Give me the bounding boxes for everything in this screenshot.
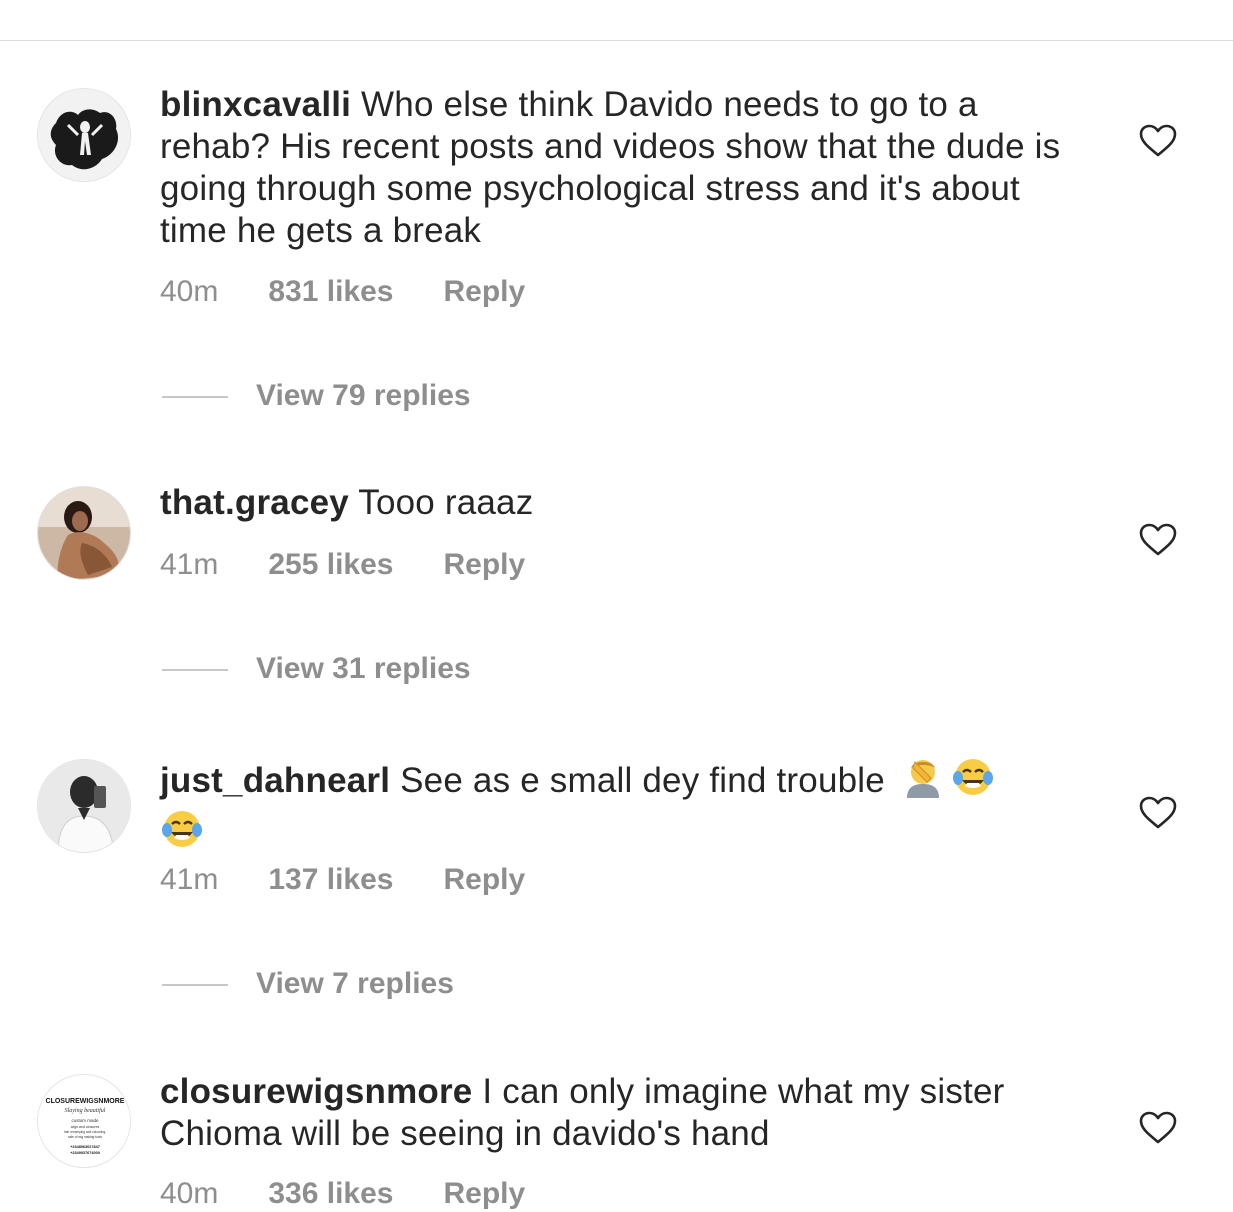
like-heart-icon[interactable] — [1139, 523, 1177, 557]
top-divider — [0, 40, 1233, 41]
comment-time: 41m — [160, 548, 219, 581]
like-heart-icon[interactable] — [1139, 124, 1177, 158]
view-replies-label[interactable]: View 79 replies — [256, 378, 471, 414]
comment-meta: 40m 831 likes Reply — [160, 274, 525, 310]
like-heart-icon[interactable] — [1139, 796, 1177, 830]
svg-text:+2348063027847: +2348063027847 — [70, 1145, 100, 1149]
man-facepalming-emoji — [901, 756, 945, 808]
comment-username[interactable]: that.gracey — [160, 483, 349, 522]
avatar[interactable] — [37, 486, 131, 580]
avatar[interactable] — [37, 759, 131, 853]
avatar[interactable] — [37, 88, 131, 182]
comment-body: Tooo raaaz — [358, 483, 534, 522]
replies-divider-line — [162, 669, 228, 671]
comment-meta: 41m 255 likes Reply — [160, 547, 525, 583]
comment-username[interactable]: just_dahnearl — [160, 761, 390, 800]
comment-meta: 40m 336 likes Reply — [160, 1176, 525, 1212]
svg-text:+2349037674000: +2349037674000 — [70, 1151, 100, 1155]
svg-text:custom made: custom made — [71, 1118, 99, 1123]
replies-divider-line — [162, 984, 228, 986]
like-heart-icon[interactable] — [1139, 1111, 1177, 1145]
face-with-tears-of-joy-emoji — [160, 808, 204, 860]
comment-time: 40m — [160, 1177, 219, 1210]
reply-button[interactable]: Reply — [443, 1176, 525, 1212]
likes-count[interactable]: 137 likes — [268, 862, 393, 898]
reply-button[interactable]: Reply — [443, 862, 525, 898]
comment-time: 41m — [160, 863, 219, 896]
likes-count[interactable]: 336 likes — [268, 1176, 393, 1212]
comment-body: See as e small dey find trouble — [400, 761, 885, 800]
reply-button[interactable]: Reply — [443, 274, 525, 310]
face-with-tears-of-joy-emoji — [951, 756, 995, 808]
svg-text:wigs and closures: wigs and closures — [71, 1125, 100, 1129]
likes-count[interactable]: 255 likes — [268, 547, 393, 583]
comment-text: that.gracey Tooo raaaz — [160, 482, 1080, 524]
view-replies-label[interactable]: View 7 replies — [256, 966, 454, 1002]
comment-text: closurewigsnmore I can only imagine what… — [160, 1071, 1080, 1155]
svg-text:hair revamping and colouring,: hair revamping and colouring, — [64, 1130, 106, 1134]
likes-count[interactable]: 831 likes — [268, 274, 393, 310]
comment-username[interactable]: closurewigsnmore — [160, 1072, 472, 1111]
avatar[interactable]: CLOSUREWIGSNMORE Slaying beautiful custo… — [37, 1074, 131, 1168]
comment-username[interactable]: blinxcavalli — [160, 85, 351, 124]
comment-text: just_dahnearl See as e small dey find tr… — [160, 756, 1080, 860]
replies-divider-line — [162, 396, 228, 398]
svg-text:CLOSUREWIGSNMORE: CLOSUREWIGSNMORE — [46, 1098, 125, 1105]
view-replies-label[interactable]: View 31 replies — [256, 651, 471, 687]
comment-meta: 41m 137 likes Reply — [160, 862, 525, 898]
svg-text:Slaying beautiful: Slaying beautiful — [65, 1107, 106, 1114]
comment-time: 40m — [160, 275, 219, 308]
comment-text: blinxcavalli Who else think Davido needs… — [160, 84, 1080, 252]
avatar-logo: CLOSUREWIGSNMORE Slaying beautiful custo… — [38, 1075, 130, 1167]
svg-text:sale of wig making tools: sale of wig making tools — [68, 1135, 102, 1139]
reply-button[interactable]: Reply — [443, 547, 525, 583]
